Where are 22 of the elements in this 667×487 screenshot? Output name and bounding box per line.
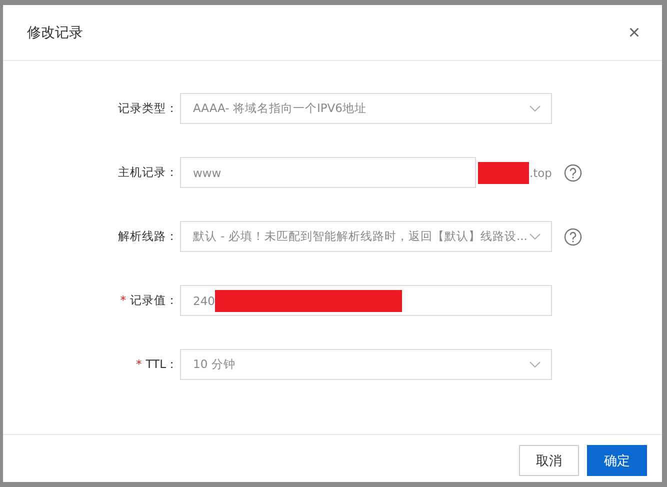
select-field[interactable]: 10 分钟 — [180, 349, 552, 380]
chevron-down-icon — [529, 360, 541, 368]
field-label: 记录类型： — [118, 101, 178, 116]
domain-suffix: .top — [529, 166, 552, 180]
dialog-title: 修改记录 — [27, 24, 83, 42]
chevron-down-icon — [529, 104, 541, 112]
field-label: 主机记录： — [118, 165, 178, 180]
field-label: TTL： — [146, 357, 178, 372]
confirm-button[interactable]: 确定 — [587, 445, 647, 476]
cancel-button[interactable]: 取消 — [519, 445, 579, 476]
help-icon[interactable] — [564, 164, 582, 182]
close-button[interactable]: × — [628, 22, 640, 42]
select-field[interactable]: AAAA- 将域名指向一个IPV6地址 — [180, 93, 552, 124]
required-mark: * — [136, 357, 142, 372]
input-field[interactable]: www — [180, 157, 476, 188]
help-icon[interactable] — [564, 228, 582, 246]
select-field[interactable]: 默认 - 必填！未匹配到智能解析线路时，返回【默认】线路设... — [180, 221, 552, 252]
field-label: 记录值： — [130, 293, 178, 308]
chevron-down-icon — [529, 232, 541, 240]
input-field[interactable]: 240 — [180, 285, 552, 316]
field-label: 解析线路： — [118, 229, 178, 244]
required-mark: * — [120, 293, 126, 308]
